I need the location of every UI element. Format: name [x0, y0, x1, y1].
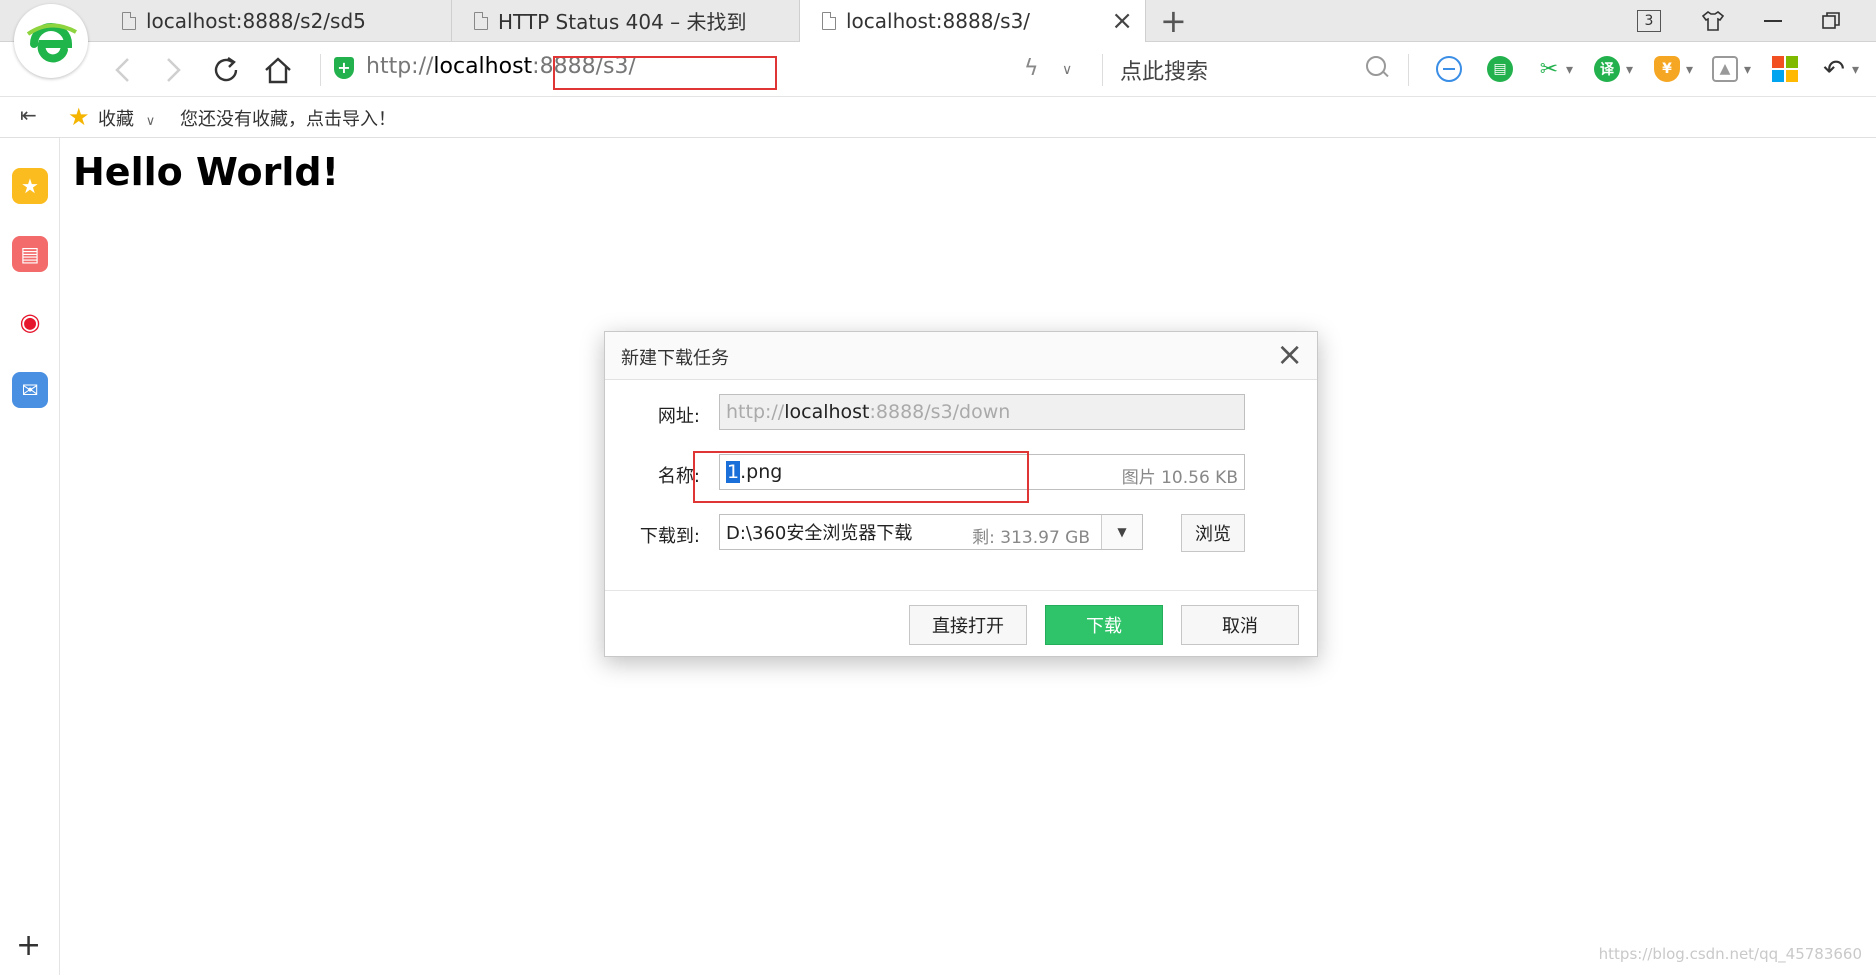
free-space: 剩: 313.97 GB: [972, 528, 1090, 548]
star-icon: ★: [68, 103, 90, 131]
minus-circle-icon[interactable]: [1436, 56, 1462, 82]
restore-icon[interactable]: [1814, 6, 1848, 36]
chevron-down-icon[interactable]: ▼: [1101, 515, 1142, 549]
import-bookmarks-link[interactable]: 您还没有收藏，点击导入！: [180, 105, 396, 131]
tab-3-active[interactable]: localhost:8888/s3/ ×: [800, 0, 1146, 42]
add-sidebar-icon[interactable]: +: [16, 928, 41, 963]
undo-icon[interactable]: ↶: [1816, 52, 1852, 88]
bolt-icon[interactable]: ϟ: [1024, 56, 1039, 81]
divider: [605, 590, 1317, 591]
favorites-star-icon[interactable]: ★: [12, 168, 48, 204]
tab-count: 3: [1637, 10, 1661, 32]
download-dialog: 新建下载任务 × 网址: http://localhost:8888/s3/do…: [604, 331, 1318, 657]
skin-icon[interactable]: [1696, 6, 1730, 36]
tab-label: HTTP Status 404 – 未找到: [498, 10, 747, 34]
chevron-down-icon[interactable]: ▾: [1686, 62, 1693, 78]
search-input[interactable]: 点此搜索: [1120, 54, 1208, 86]
divider: [1408, 54, 1409, 86]
close-icon[interactable]: ×: [1111, 6, 1133, 36]
wallet-icon[interactable]: ¥: [1654, 56, 1680, 82]
divider: [320, 54, 321, 86]
open-directly-button[interactable]: 直接打开: [909, 605, 1027, 645]
chevron-down-icon[interactable]: ▾: [1626, 62, 1633, 78]
document-icon: [474, 11, 488, 30]
plus-icon[interactable]: +: [1160, 2, 1187, 40]
highlight-box: [693, 451, 1029, 503]
chevron-down-icon[interactable]: ▾: [1852, 62, 1859, 78]
home-icon[interactable]: [260, 52, 296, 88]
page-heading: Hello World!: [73, 150, 339, 194]
highlight-box: [553, 56, 777, 90]
weibo-icon[interactable]: ◉: [12, 304, 48, 340]
file-meta: 图片 10.56 KB: [1121, 468, 1238, 488]
back-icon[interactable]: [104, 52, 140, 88]
bookmarks-menu[interactable]: 收藏 ∨: [98, 105, 155, 131]
shield-icon[interactable]: +: [334, 57, 354, 79]
url-host: localhost: [433, 54, 533, 79]
collapse-sidebar-icon[interactable]: ⇤: [20, 103, 37, 127]
mail-icon[interactable]: ✉: [12, 372, 48, 408]
document-icon: [822, 12, 836, 30]
refresh-icon[interactable]: [208, 52, 244, 88]
url-host: localhost: [784, 401, 870, 423]
browser-logo-icon[interactable]: [14, 4, 88, 78]
tab-2[interactable]: HTTP Status 404 – 未找到: [452, 0, 800, 41]
divider: [1102, 54, 1103, 86]
cancel-button[interactable]: 取消: [1181, 605, 1299, 645]
scissors-icon[interactable]: ✂: [1536, 56, 1562, 82]
url-scheme: http://: [366, 54, 434, 79]
tab-label: localhost:8888/s2/sd5: [146, 8, 366, 33]
url-rest: :8888/s3/down: [869, 401, 1011, 423]
minimize-icon[interactable]: [1756, 6, 1790, 36]
destination-select[interactable]: D:\360安全浏览器下载 剩: 313.97 GB ▼: [719, 514, 1143, 550]
chevron-down-icon[interactable]: ∨: [1062, 62, 1072, 78]
forward-icon[interactable]: [156, 52, 192, 88]
dialog-titlebar: 新建下载任务 ×: [605, 332, 1317, 380]
navigation-bar: + http://localhost:8888/s3/ ϟ ∨ 点此搜索 ▤ ✂…: [0, 42, 1876, 97]
screenshot-icon[interactable]: ▲: [1712, 56, 1738, 82]
news-icon[interactable]: ▤: [12, 236, 48, 272]
name-label: 名称:: [657, 466, 700, 487]
bookmarks-bar: ⇤ ★ 收藏 ∨ 您还没有收藏，点击导入！: [0, 97, 1876, 138]
translate-icon[interactable]: 译: [1594, 56, 1620, 82]
tab-1[interactable]: localhost:8888/s2/sd5: [100, 0, 452, 41]
dialog-title: 新建下载任务: [621, 348, 729, 369]
destination-path: D:\360安全浏览器下载: [726, 523, 913, 544]
download-url-field[interactable]: http://localhost:8888/s3/down: [719, 394, 1245, 430]
reader-icon[interactable]: ▤: [1487, 56, 1513, 82]
tab-count-button[interactable]: 3: [1632, 6, 1666, 36]
close-icon[interactable]: ×: [1276, 338, 1303, 370]
watermark: https://blog.csdn.net/qq_45783660: [1598, 945, 1862, 963]
url-scheme: http://: [726, 401, 785, 423]
url-label: 网址:: [657, 406, 700, 427]
sidebar: ★ ▤ ◉ ✉ +: [0, 138, 60, 975]
chevron-down-icon: ∨: [145, 114, 156, 129]
download-button[interactable]: 下载: [1045, 605, 1163, 645]
destination-label: 下载到:: [639, 526, 700, 547]
chevron-down-icon[interactable]: ▾: [1744, 62, 1751, 78]
document-icon: [122, 11, 136, 30]
browse-button[interactable]: 浏览: [1181, 514, 1245, 552]
tab-label: localhost:8888/s3/: [846, 9, 1031, 33]
chevron-down-icon[interactable]: ▾: [1566, 62, 1573, 78]
search-icon[interactable]: [1366, 56, 1386, 76]
bookmarks-label: 收藏: [98, 109, 134, 130]
apps-grid-icon[interactable]: [1772, 56, 1798, 82]
